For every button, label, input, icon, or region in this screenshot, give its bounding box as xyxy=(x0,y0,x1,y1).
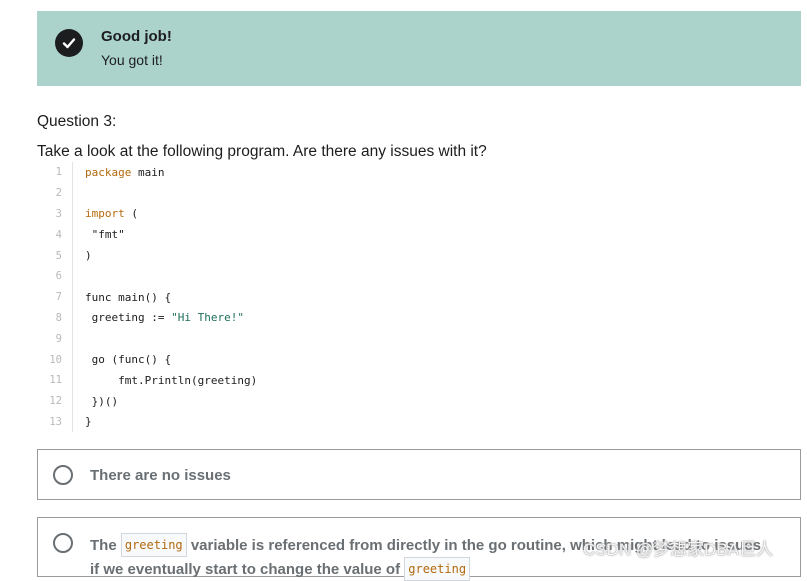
answer-text: if we eventually start to change the val… xyxy=(90,561,401,578)
check-circle-icon xyxy=(55,29,83,57)
line-number: 1 xyxy=(37,162,73,183)
code-text: })() xyxy=(85,394,119,408)
code-text: } xyxy=(85,415,92,429)
line-number: 11 xyxy=(37,369,73,391)
watermark-text: CSDN @梦想家DBA巨人 xyxy=(583,540,774,559)
code-line: 13} xyxy=(37,411,437,433)
success-banner: Good job! You got it! xyxy=(37,11,801,86)
code-line: 11 fmt.Println(greeting) xyxy=(37,369,437,391)
question-prompt: Take a look at the following program. Ar… xyxy=(37,143,487,160)
line-number: 3 xyxy=(37,203,73,225)
code-text: fmt.Println(greeting) xyxy=(85,373,258,387)
banner-title: Good job! xyxy=(101,28,172,45)
radio-button[interactable] xyxy=(53,533,73,553)
code-line: 10 go (func() { xyxy=(37,349,437,370)
code-text: go (func() { xyxy=(85,353,172,367)
inline-code: greeting xyxy=(120,533,187,557)
code-line: 4 "fmt" xyxy=(37,224,437,246)
line-number: 7 xyxy=(37,286,73,308)
banner-subtitle: You got it! xyxy=(101,52,163,68)
line-number: 2 xyxy=(37,182,73,204)
code-text: "fmt" xyxy=(85,228,125,242)
code-line: 12 })() xyxy=(37,390,437,412)
line-number: 10 xyxy=(37,349,73,370)
code-text: ) xyxy=(85,249,92,263)
code-line: 3 import ( xyxy=(37,203,437,225)
answer-option-label: There are no issues xyxy=(90,467,231,484)
code-text: greeting := "Hi There!" xyxy=(85,311,244,325)
code-line: 7 func main() { xyxy=(37,286,437,308)
line-number: 4 xyxy=(37,224,73,246)
code-line: 1 package main xyxy=(37,162,437,183)
code-string: "Hi There!" xyxy=(171,311,244,325)
code-text: package main xyxy=(85,165,165,179)
code-line: 9 xyxy=(37,328,437,350)
radio-button[interactable] xyxy=(53,465,73,485)
line-number: 8 xyxy=(37,307,73,329)
code-line: 5) xyxy=(37,245,437,266)
line-number: 6 xyxy=(37,265,73,287)
line-number: 9 xyxy=(37,328,73,350)
line-number: 13 xyxy=(37,411,73,433)
answer-option-no-issues[interactable]: There are no issues xyxy=(37,449,801,500)
code-keyword: package xyxy=(85,165,132,179)
question-number: Question 3: xyxy=(37,113,117,130)
code-line: 8 greeting := "Hi There!" xyxy=(37,307,437,329)
line-number: 5 xyxy=(37,245,73,266)
code-line: 2 xyxy=(37,182,437,204)
code-keyword: import xyxy=(85,207,125,221)
answer-text: The xyxy=(90,537,117,554)
code-text: func main() { xyxy=(85,290,172,304)
code-text: import ( xyxy=(85,207,138,221)
inline-code: greeting xyxy=(404,557,471,581)
code-line: 6 xyxy=(37,265,437,287)
code-block: 1 package main 2 3 import ( 4 "fmt" 5) 6 7… xyxy=(37,162,437,433)
line-number: 12 xyxy=(37,390,73,412)
